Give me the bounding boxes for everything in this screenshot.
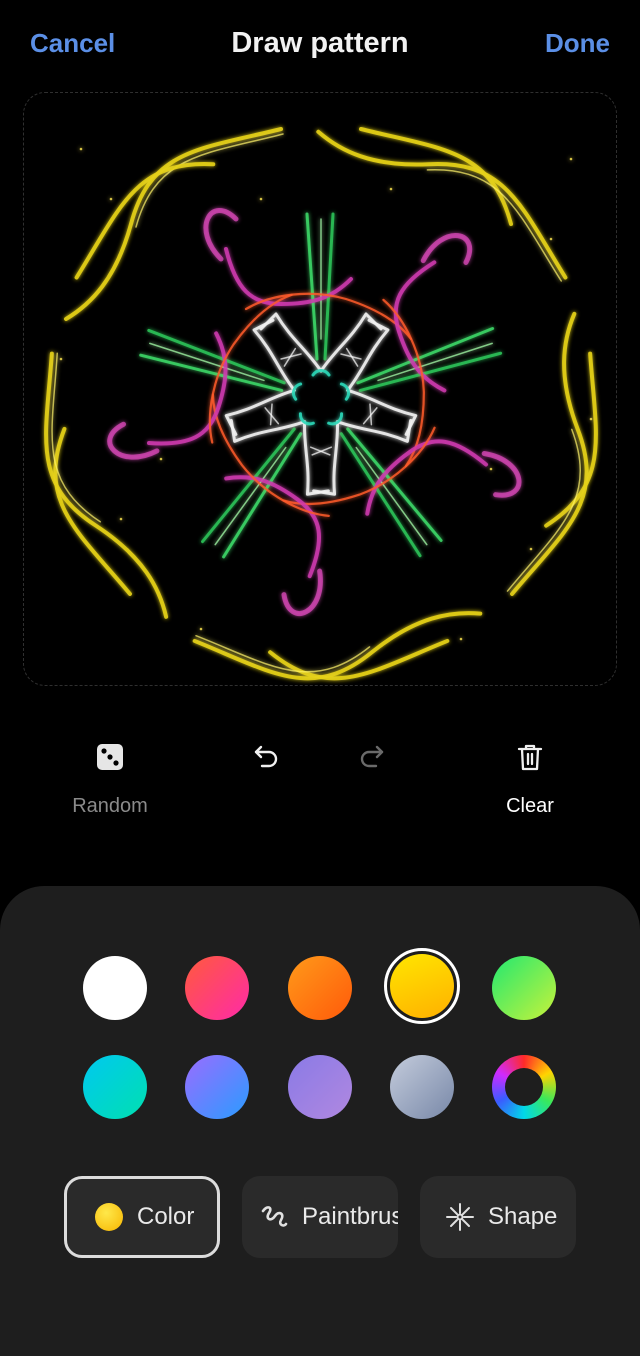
swatch-lavender[interactable] bbox=[288, 1055, 352, 1119]
header-bar: Cancel Draw pattern Done bbox=[0, 0, 640, 90]
swatch-custom-color-wheel[interactable] bbox=[492, 1055, 556, 1119]
shape-mode-label: Shape bbox=[488, 1203, 558, 1230]
cancel-button[interactable]: Cancel bbox=[30, 28, 115, 59]
paintbrush-icon bbox=[256, 1199, 292, 1235]
swatch-yellow[interactable] bbox=[390, 954, 454, 1018]
color-dot-icon bbox=[95, 1203, 123, 1231]
done-button[interactable]: Done bbox=[545, 28, 610, 59]
shape-mode-button[interactable]: Shape bbox=[420, 1176, 576, 1258]
color-wheel-icon bbox=[505, 1068, 543, 1106]
paintbrush-mode-label: Paintbrush bbox=[302, 1203, 398, 1230]
clear-button[interactable]: Clear bbox=[480, 737, 580, 818]
swatch-orange[interactable] bbox=[288, 956, 352, 1020]
color-mode-button[interactable]: Color bbox=[64, 1176, 220, 1258]
random-label: Random bbox=[72, 795, 148, 817]
redo-icon bbox=[352, 737, 392, 777]
color-mode-label: Color bbox=[137, 1203, 195, 1230]
clear-label: Clear bbox=[506, 795, 554, 817]
random-button[interactable]: Random bbox=[60, 737, 160, 818]
kaleidoscope-pattern bbox=[44, 127, 598, 681]
swatch-red-pink[interactable] bbox=[185, 956, 249, 1020]
undo-icon bbox=[246, 737, 286, 777]
swatch-green[interactable] bbox=[492, 956, 556, 1020]
redo-button[interactable] bbox=[352, 737, 392, 777]
trash-icon bbox=[510, 737, 550, 777]
dice-icon bbox=[90, 737, 130, 777]
shape-icon bbox=[442, 1199, 478, 1235]
paintbrush-mode-button[interactable]: Paintbrush bbox=[242, 1176, 398, 1258]
drawing-canvas[interactable] bbox=[23, 92, 617, 686]
swatch-gray-blue[interactable] bbox=[390, 1055, 454, 1119]
undo-button[interactable] bbox=[246, 737, 286, 777]
swatch-blue-violet[interactable] bbox=[185, 1055, 249, 1119]
swatch-white[interactable] bbox=[83, 956, 147, 1020]
swatch-cyan[interactable] bbox=[83, 1055, 147, 1119]
